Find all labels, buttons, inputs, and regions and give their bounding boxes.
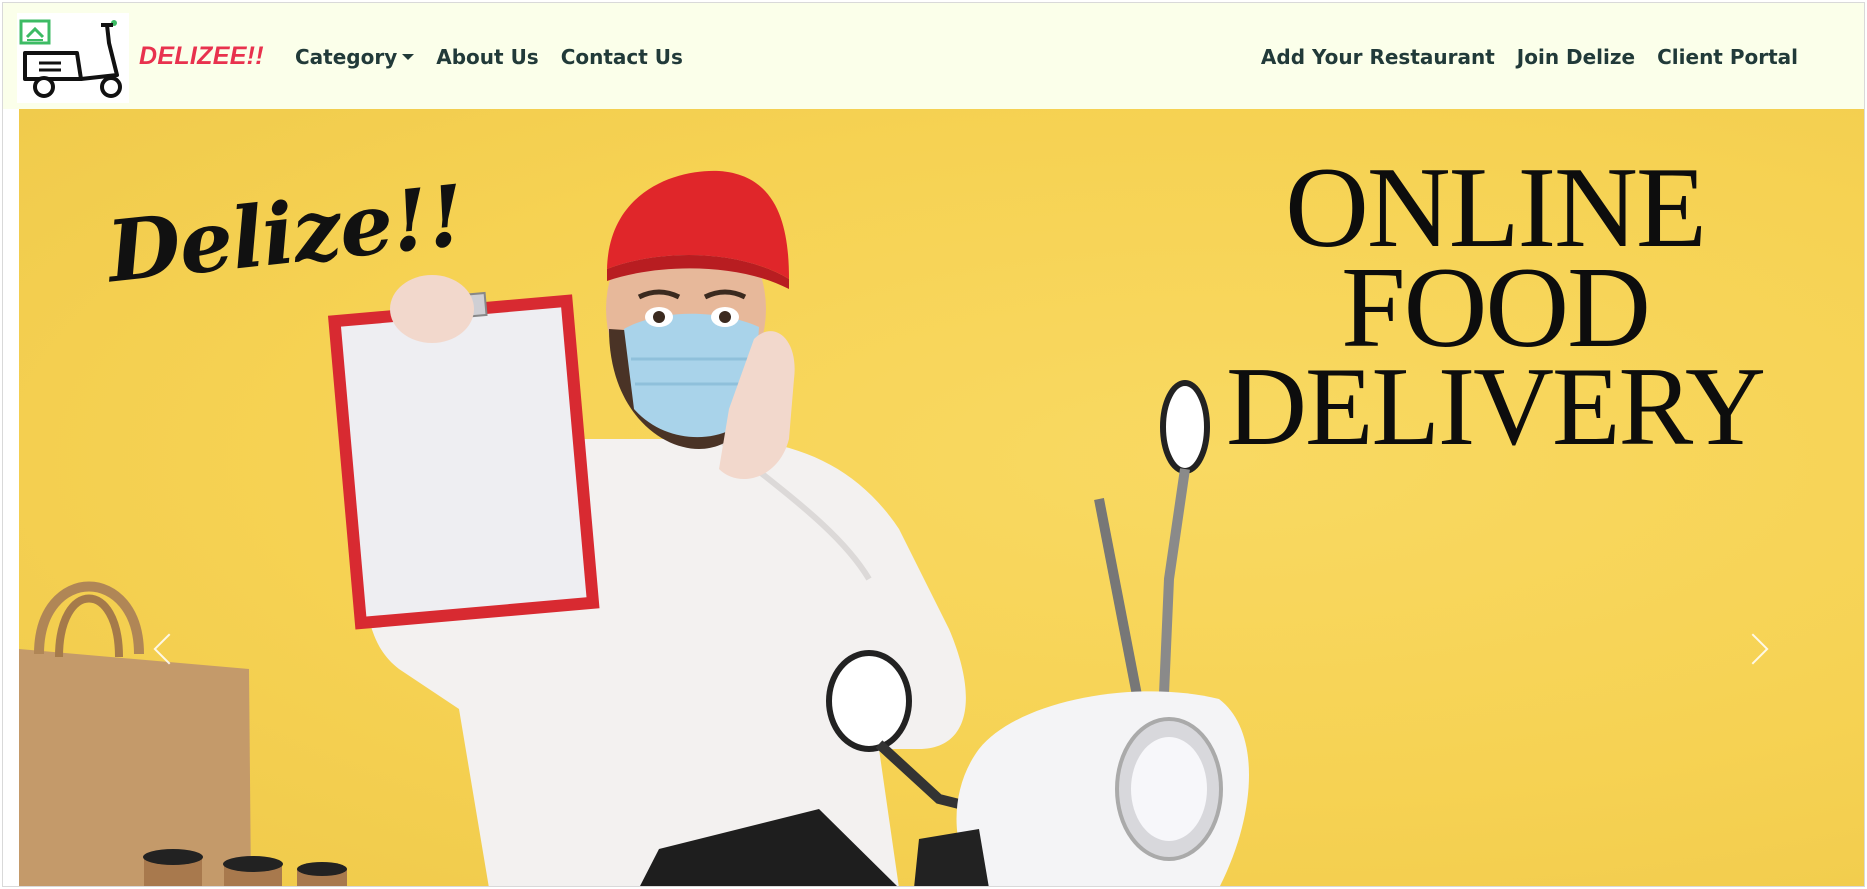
nav-add-your-restaurant[interactable]: Add Your Restaurant — [1261, 45, 1495, 69]
nav-client-portal[interactable]: Client Portal — [1657, 45, 1798, 69]
headline-line-3: DELIVERY — [1226, 344, 1766, 469]
nav-contact-us[interactable]: Contact Us — [561, 45, 683, 69]
chevron-right-icon — [1737, 633, 1769, 665]
nav-join-delize[interactable]: Join Delize — [1517, 45, 1635, 69]
nav-right: Add Your Restaurant Join Delize Client P… — [1261, 45, 1798, 69]
carousel-prev-button[interactable] — [149, 619, 189, 679]
nav-category-dropdown[interactable]: Category — [295, 45, 415, 69]
nav-category-label: Category — [295, 45, 398, 69]
caret-down-icon — [402, 54, 415, 60]
top-navbar: DELIZEE!! Category About Us Contact Us A… — [3, 3, 1864, 109]
nav-left: Category About Us Contact Us — [295, 45, 683, 69]
chevron-left-icon — [153, 633, 185, 665]
brand-name[interactable]: DELIZEE!! — [139, 42, 264, 71]
hero-headline: ONLINE FOOD DELIVERY — [1215, 150, 1775, 469]
hero-carousel: Delize!! ONLINE FOOD DELIVERY — [19, 109, 1864, 886]
scooter-delivery-icon[interactable] — [17, 13, 129, 103]
nav-about-us[interactable]: About Us — [436, 45, 538, 69]
carousel-next-button[interactable] — [1733, 619, 1773, 679]
browser-viewport: DELIZEE!! Category About Us Contact Us A… — [2, 2, 1865, 887]
headline-line-2: FOOD — [1341, 243, 1651, 372]
